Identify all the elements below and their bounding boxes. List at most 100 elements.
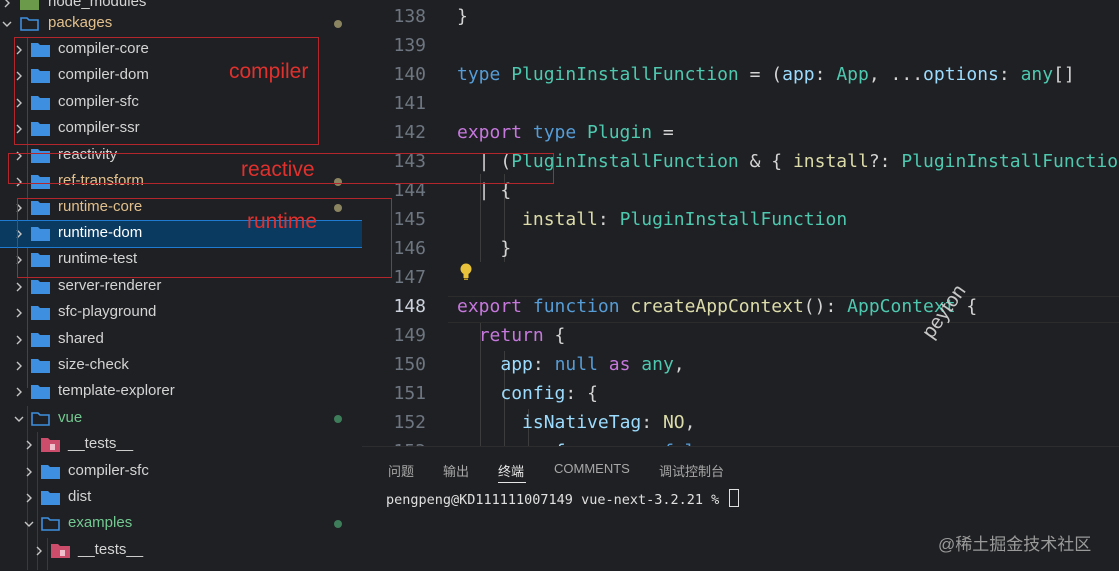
terminal-prompt-text: pengpeng@KD111111007149 vue-next-3.2.21 … [386, 492, 728, 508]
terminal-prompt[interactable]: pengpeng@KD111111007149 vue-next-3.2.21 … [386, 489, 740, 508]
code-text: } [457, 238, 511, 259]
explorer-row-label: __tests__ [68, 435, 134, 452]
explorer-row-sfc-playground[interactable]: sfc-playground [0, 300, 362, 326]
code-token: isNativeTag [522, 412, 642, 433]
code-line[interactable]: 138} [362, 3, 1119, 32]
runtime-annotation-box [17, 198, 392, 278]
code-token: , [673, 354, 685, 375]
code-token: install [522, 209, 598, 230]
code-line[interactable]: 152 isNativeTag: NO, [362, 409, 1119, 438]
code-line[interactable]: 148 export function createAppContext(): A… [362, 293, 1119, 322]
explorer-row-label: shared [58, 330, 104, 347]
panel-tab[interactable]: 终端 [498, 461, 524, 480]
code-token: } [457, 6, 468, 27]
git-added-dot [334, 520, 342, 528]
code-token: NO [662, 412, 685, 433]
explorer-row-label: packages [48, 14, 113, 31]
code-token: export [457, 122, 533, 143]
folder-icon [31, 306, 50, 320]
line-number: 138 [393, 6, 426, 27]
test-folder-icon [41, 438, 60, 452]
code-token: : { [565, 383, 598, 404]
panel-tab[interactable]: 问题 [388, 461, 414, 480]
active-tab-underline [498, 482, 526, 483]
panel-tab[interactable]: 输出 [443, 461, 469, 480]
folder-icon [31, 385, 50, 399]
code-token: & { [738, 151, 793, 172]
code-line[interactable]: 150 app: null as any, [362, 351, 1119, 380]
code-token: App [836, 64, 869, 85]
line-number: 148 [393, 296, 426, 317]
git-modified-dot [334, 20, 342, 28]
site-watermark: @稀土掘金技术社区 [938, 535, 1092, 554]
code-token: function [532, 296, 631, 317]
chevron-right-icon[interactable] [0, 0, 14, 10]
explorer-row-label: examples [68, 514, 133, 531]
explorer-row-size-check[interactable]: size-check [0, 353, 362, 379]
chevron-right-icon[interactable] [12, 385, 26, 399]
code-text: type PluginInstallFunction = (app: App, … [457, 64, 1075, 85]
explorer-row-label: size-check [58, 356, 129, 373]
explorer-row-vue[interactable]: vue [0, 406, 362, 432]
code-line[interactable]: 139 [362, 32, 1119, 61]
code-token: as [608, 354, 642, 375]
code-token: { [543, 325, 566, 346]
code-token: any [1020, 64, 1054, 85]
chevron-down-icon[interactable] [22, 517, 36, 531]
chevron-down-icon[interactable] [0, 17, 14, 31]
code-line[interactable]: 146 } [362, 235, 1119, 264]
explorer-row-tests[interactable]: __tests__ [0, 538, 362, 564]
line-number: 149 [393, 325, 426, 346]
explorer-row-packages[interactable]: packages [0, 11, 362, 37]
code-text: export function createAppContext(): AppC… [457, 296, 977, 317]
chevron-right-icon[interactable] [12, 280, 26, 294]
panel-tab[interactable]: COMMENTS [554, 461, 630, 476]
code-token: config [500, 383, 566, 404]
code-line[interactable]: 142 export type Plugin = [362, 119, 1119, 148]
folder-open-icon [31, 412, 50, 426]
explorer-row-dist[interactable]: dist [0, 485, 362, 511]
line-number: 140 [393, 64, 426, 85]
code-line[interactable]: 153 performance: false [362, 438, 1119, 446]
line-number: 139 [393, 35, 426, 56]
code-line[interactable]: 140 type PluginInstallFunction = (app: Ap… [362, 61, 1119, 90]
explorer-row-label: compiler-sfc [68, 462, 149, 479]
line-number: 142 [393, 122, 426, 143]
code-token: , ... [868, 64, 924, 85]
explorer-row-label: template-explorer [58, 382, 175, 399]
code-editor[interactable]: 138} 139 140 type PluginInstallFunction = (… [362, 0, 1119, 446]
node-modules-folder-icon [20, 0, 39, 10]
code-token: : [814, 64, 837, 85]
code-token: app [500, 354, 533, 375]
code-token: Plugin [587, 122, 653, 143]
folder-icon [41, 491, 60, 505]
code-token: PluginInstallFunction [901, 151, 1119, 172]
code-token: null [554, 354, 609, 375]
explorer-row-compiler-sfc[interactable]: compiler-sfc [0, 459, 362, 485]
code-line[interactable]: 147 [362, 264, 1119, 293]
chevron-right-icon[interactable] [12, 333, 26, 347]
code-token: , [684, 412, 696, 433]
chevron-right-icon[interactable] [22, 465, 36, 479]
explorer-row-shared[interactable]: shared [0, 327, 362, 353]
explorer-row-examples[interactable]: examples [0, 511, 362, 537]
chevron-right-icon[interactable] [12, 359, 26, 373]
code-token: : [998, 64, 1021, 85]
chevron-right-icon[interactable] [32, 544, 46, 558]
explorer-row-label: node_modules [48, 0, 147, 10]
chevron-right-icon[interactable] [22, 438, 36, 452]
code-line[interactable]: 145 install: PluginInstallFunction [362, 206, 1119, 235]
panel-tab[interactable]: 调试控制台 [659, 461, 724, 480]
code-line[interactable]: 149 return { [362, 322, 1119, 351]
explorer-row-template-explorer[interactable]: template-explorer [0, 379, 362, 405]
code-text: } [457, 6, 468, 27]
chevron-right-icon[interactable] [12, 306, 26, 320]
line-number: 151 [393, 383, 426, 404]
code-line[interactable]: 151 config: { [362, 380, 1119, 409]
explorer-row-label: dist [68, 488, 92, 505]
chevron-right-icon[interactable] [22, 491, 36, 505]
chevron-down-icon[interactable] [12, 412, 26, 426]
code-line[interactable]: 141 [362, 90, 1119, 119]
explorer-row-tests[interactable]: __tests__ [0, 432, 362, 458]
